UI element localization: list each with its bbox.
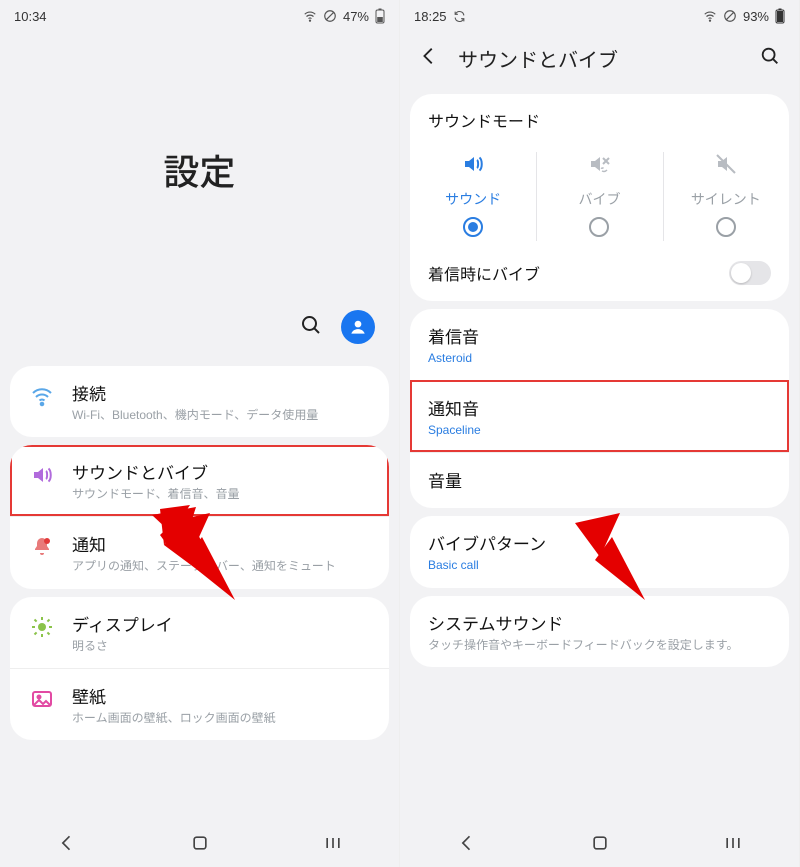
back-button[interactable]: [412, 39, 446, 78]
mode-label: サウンド: [445, 189, 501, 209]
row-vibration-pattern[interactable]: バイブパターン Basic call: [410, 516, 789, 587]
row-title: システムサウンド: [428, 610, 771, 635]
screen-settings-root: 10:34 47% 設定 接続 Wi-Fi、Bluetooth、機内モード、データ…: [0, 0, 400, 867]
mode-radio[interactable]: [463, 217, 483, 237]
wifi-status-icon: [703, 9, 717, 23]
row-subtitle: サウンドモード、着信音、音量: [72, 486, 371, 502]
sync-icon: [453, 10, 466, 23]
battery-icon: [375, 8, 385, 24]
row-notification-sound[interactable]: 通知音 Spaceline: [410, 380, 789, 452]
block-icon: [723, 9, 737, 23]
mute-icon: [714, 152, 738, 181]
nav-recents[interactable]: [698, 823, 768, 863]
nav-home[interactable]: [165, 823, 235, 863]
status-time: 18:25: [414, 9, 447, 24]
wifi-icon: [28, 382, 56, 410]
settings-row-sound-vibration[interactable]: サウンドとバイブサウンドモード、着信音、音量: [10, 445, 389, 516]
nav-back[interactable]: [32, 823, 102, 863]
navigation-bar: [400, 819, 799, 867]
sound-mode-sound[interactable]: サウンド: [410, 146, 536, 247]
row-system-sound[interactable]: システムサウンドタッチ操作音やキーボードフィードバックを設定します。: [410, 596, 789, 667]
speaker-icon: [28, 461, 56, 489]
row-title: ディスプレイ: [72, 611, 371, 636]
bell-icon: [28, 533, 56, 561]
sound-mode-silent[interactable]: サイレント: [663, 146, 789, 247]
sound-mode-card: サウンドモード サウンド バイブ サイレント 着信時にバイブ: [410, 94, 789, 301]
status-bar: 10:34 47%: [0, 0, 399, 30]
vibrate-on-ring-label: 着信時にバイブ: [428, 261, 540, 285]
row-title: 通知: [72, 531, 371, 556]
row-subtitle: タッチ操作音やキーボードフィードバックを設定します。: [428, 637, 771, 653]
image-icon: [28, 685, 56, 713]
sound-mode-vibrate[interactable]: バイブ: [536, 146, 662, 247]
page-header: サウンドとバイブ: [400, 30, 799, 86]
status-time: 10:34: [14, 9, 47, 24]
row-volume[interactable]: 音量: [410, 452, 789, 508]
row-title: バイブパターン: [428, 530, 771, 555]
account-avatar[interactable]: [341, 310, 375, 344]
settings-group: 接続 Wi-Fi、Bluetooth、機内モード、データ使用量: [10, 366, 389, 437]
row-ringtone[interactable]: 着信音 Asteroid: [410, 309, 789, 380]
row-title: 接続: [72, 380, 371, 405]
search-button[interactable]: [299, 313, 323, 342]
settings-row-wallpaper[interactable]: 壁紙ホーム画面の壁紙、ロック画面の壁紙: [10, 668, 389, 740]
system-sound-card: システムサウンドタッチ操作音やキーボードフィードバックを設定します。: [410, 596, 789, 667]
status-bar: 18:25 93%: [400, 0, 799, 30]
mode-radio[interactable]: [589, 217, 609, 237]
battery-percent: 93%: [743, 9, 769, 24]
nav-home[interactable]: [565, 823, 635, 863]
battery-percent: 47%: [343, 9, 369, 24]
row-title: 壁紙: [72, 683, 371, 708]
nav-back[interactable]: [432, 823, 502, 863]
row-subtitle: アプリの通知、ステータスバー、通知をミュート: [72, 558, 371, 574]
section-title-sound-mode: サウンドモード: [410, 94, 789, 142]
row-title: サウンドとバイブ: [72, 459, 371, 484]
row-title: 着信音: [428, 323, 771, 348]
page-title: サウンドとバイブ: [454, 44, 745, 73]
block-icon: [323, 9, 337, 23]
page-title: 設定: [0, 30, 399, 310]
nav-recents[interactable]: [298, 823, 368, 863]
settings-row-connections[interactable]: 接続 Wi-Fi、Bluetooth、機内モード、データ使用量: [10, 366, 389, 437]
row-title: 通知音: [428, 395, 771, 420]
settings-row-notifications[interactable]: 通知アプリの通知、ステータスバー、通知をミュート: [10, 516, 389, 588]
row-subtitle: Wi-Fi、Bluetooth、機内モード、データ使用量: [72, 407, 371, 423]
vibrate-on-ring-switch[interactable]: [729, 261, 771, 285]
settings-row-display[interactable]: ディスプレイ明るさ: [10, 597, 389, 668]
row-value: Spaceline: [428, 422, 771, 438]
navigation-bar: [0, 819, 399, 867]
row-value: Basic call: [428, 557, 771, 573]
row-value: Asteroid: [428, 350, 771, 366]
row-subtitle: ホーム画面の壁紙、ロック画面の壁紙: [72, 710, 371, 726]
vibration-card: バイブパターン Basic call: [410, 516, 789, 587]
settings-group: ディスプレイ明るさ壁紙ホーム画面の壁紙、ロック画面の壁紙: [10, 597, 389, 740]
mode-label: バイブ: [578, 189, 620, 209]
sounds-card: 着信音 Asteroid 通知音 Spaceline 音量: [410, 309, 789, 508]
search-button[interactable]: [753, 39, 787, 78]
wifi-status-icon: [303, 9, 317, 23]
brightness-icon: [28, 613, 56, 641]
speaker-icon: [461, 152, 485, 181]
screen-sound-and-vibration: 18:25 93% サウンドとバイブ サウンドモード: [400, 0, 800, 867]
row-subtitle: 明るさ: [72, 638, 371, 654]
vibrate-icon: [587, 152, 611, 181]
row-title: 音量: [428, 467, 771, 492]
mode-label: サイレント: [691, 189, 761, 209]
mode-radio[interactable]: [716, 217, 736, 237]
settings-group: サウンドとバイブサウンドモード、着信音、音量通知アプリの通知、ステータスバー、通…: [10, 445, 389, 588]
battery-icon: [775, 8, 785, 24]
